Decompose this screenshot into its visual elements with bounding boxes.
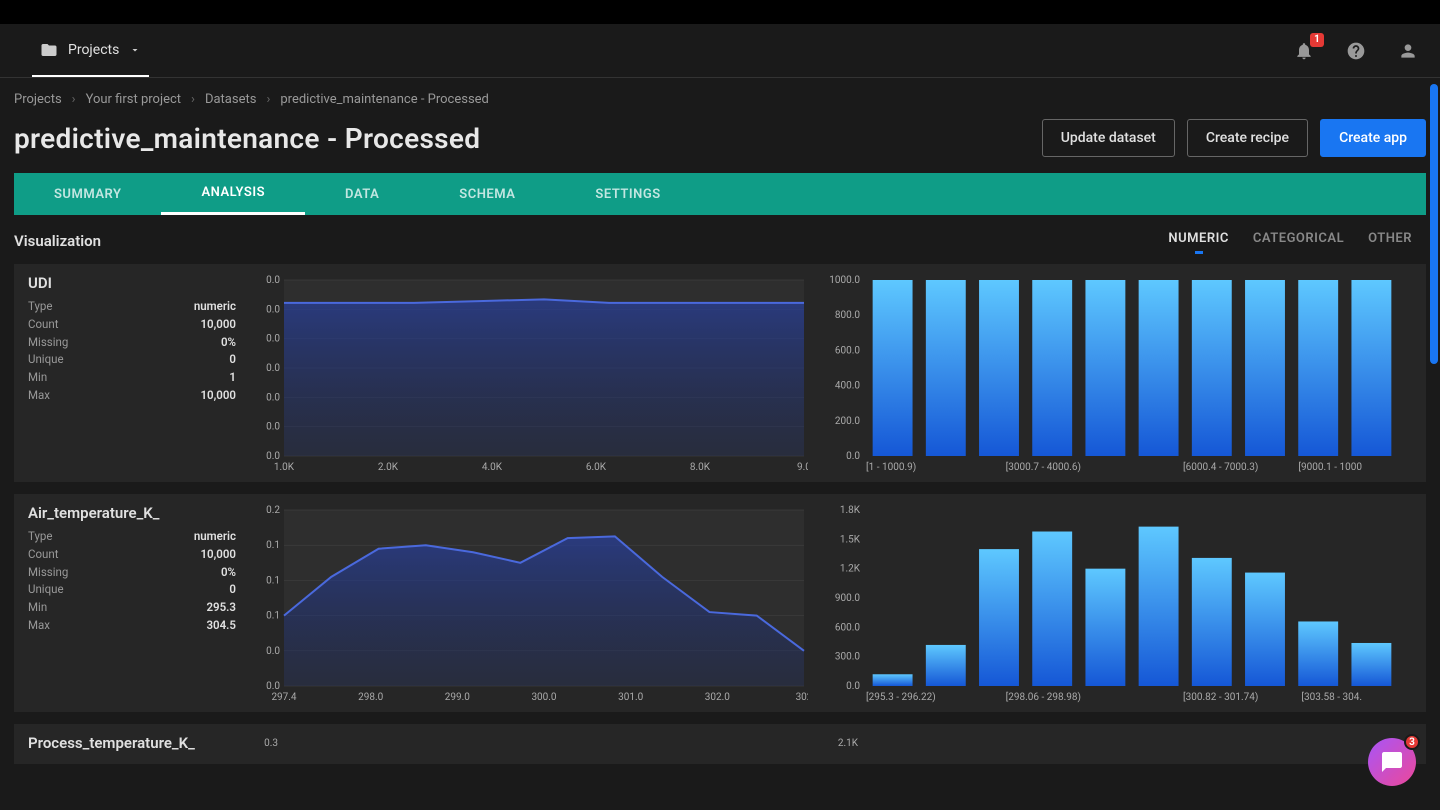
svg-text:0.0: 0.0 xyxy=(846,681,860,692)
density-chart: 0.0 0.0 0.1 0.1 0.1 0.2 297.4 298.0 299.0 300.0 30… xyxy=(248,504,808,704)
svg-text:0.0: 0.0 xyxy=(266,334,280,345)
svg-text:0.2: 0.2 xyxy=(266,505,280,516)
density-chart: 0.00.00.00.00.00.00.01.0K2.0K4.0K6.0K8.0… xyxy=(248,274,808,474)
svg-text:1.8K: 1.8K xyxy=(840,505,861,516)
svg-text:600.0: 600.0 xyxy=(835,622,860,633)
create-app-button[interactable]: Create app xyxy=(1320,119,1426,157)
create-recipe-button[interactable]: Create recipe xyxy=(1187,119,1308,157)
svg-text:0.0: 0.0 xyxy=(266,275,280,286)
svg-text:[300.82 - 301.74): [300.82 - 301.74) xyxy=(1183,691,1258,703)
variable-name: Process_temperature_K_ xyxy=(28,734,236,752)
svg-text:200.0: 200.0 xyxy=(835,416,860,427)
scrollbar-thumb[interactable] xyxy=(1430,84,1438,364)
filter-categorical[interactable]: CATEGORICAL xyxy=(1253,231,1344,250)
svg-text:[9000.1 - 1000: [9000.1 - 1000 xyxy=(1298,461,1362,473)
chat-icon xyxy=(1380,750,1404,774)
svg-text:[1 - 1000.9): [1 - 1000.9) xyxy=(866,461,916,473)
page-title: predictive_maintenance - Processed xyxy=(14,122,480,155)
chevron-right-icon: › xyxy=(191,92,195,107)
svg-text:302: 302 xyxy=(796,692,808,703)
tab-schema[interactable]: SCHEMA xyxy=(419,173,555,215)
nav-projects-dropdown[interactable]: Projects xyxy=(32,24,149,77)
scrollbar[interactable] xyxy=(1430,84,1438,802)
folder-icon xyxy=(40,41,58,59)
svg-text:2.0K: 2.0K xyxy=(378,462,399,473)
person-icon xyxy=(1398,41,1418,61)
svg-text:0.1: 0.1 xyxy=(266,540,280,551)
svg-text:8.0K: 8.0K xyxy=(690,462,711,473)
dataset-tabs: SUMMARY ANALYSIS DATA SCHEMA SETTINGS xyxy=(14,173,1426,215)
svg-text:301.0: 301.0 xyxy=(618,692,643,703)
svg-text:1000.0: 1000.0 xyxy=(829,275,860,286)
svg-text:0.0: 0.0 xyxy=(266,451,280,462)
top-navbar: Projects 1 xyxy=(0,24,1440,78)
chevron-right-icon: › xyxy=(266,92,270,107)
chevron-down-icon xyxy=(129,44,141,56)
breadcrumb: Projects › Your first project › Datasets… xyxy=(0,78,1440,113)
visualization-heading: Visualization xyxy=(14,232,101,250)
svg-text:0.3: 0.3 xyxy=(264,738,278,749)
svg-text:297.4: 297.4 xyxy=(271,692,296,703)
svg-text:298.0: 298.0 xyxy=(358,692,383,703)
notifications-button[interactable]: 1 xyxy=(1292,39,1316,63)
update-dataset-button[interactable]: Update dataset xyxy=(1042,119,1175,157)
svg-text:0.0: 0.0 xyxy=(266,422,280,433)
breadcrumb-project[interactable]: Your first project xyxy=(86,92,181,107)
svg-text:[3000.7 - 4000.6): [3000.7 - 4000.6) xyxy=(1006,461,1081,473)
chat-button[interactable]: 3 xyxy=(1368,738,1416,786)
density-chart: 0.3 xyxy=(248,734,808,764)
svg-text:300.0: 300.0 xyxy=(835,652,860,663)
svg-text:300.0: 300.0 xyxy=(531,692,556,703)
filter-other[interactable]: OTHER xyxy=(1368,231,1412,250)
svg-text:0.0: 0.0 xyxy=(266,363,280,374)
notification-badge: 1 xyxy=(1310,33,1324,47)
svg-text:4.0K: 4.0K xyxy=(482,462,503,473)
variable-card: UDI Typenumeric Count10,000 Missing0% Un… xyxy=(14,264,1426,482)
help-icon xyxy=(1346,41,1366,61)
svg-text:0.0: 0.0 xyxy=(846,451,860,462)
histogram-chart: 2.1K xyxy=(822,734,1412,764)
svg-text:[303.58 - 304.: [303.58 - 304. xyxy=(1301,691,1362,703)
svg-text:1.2K: 1.2K xyxy=(840,564,861,575)
tab-summary[interactable]: SUMMARY xyxy=(14,173,161,215)
histogram-chart: 0.0 300.0 600.0 900.0 1.2K 1.5K 1.8K [295.3 - 2… xyxy=(822,504,1412,704)
variable-name: Air_temperature_K_ xyxy=(28,504,236,522)
chat-badge: 3 xyxy=(1404,734,1420,750)
svg-text:6.0K: 6.0K xyxy=(586,462,607,473)
svg-text:0.1: 0.1 xyxy=(266,575,280,586)
svg-text:600.0: 600.0 xyxy=(835,345,860,356)
svg-text:299.0: 299.0 xyxy=(445,692,470,703)
svg-text:0.0: 0.0 xyxy=(266,646,280,657)
svg-text:[6000.4 - 7000.3): [6000.4 - 7000.3) xyxy=(1183,461,1258,473)
svg-text:1.0K: 1.0K xyxy=(274,462,295,473)
breadcrumb-projects[interactable]: Projects xyxy=(14,92,62,107)
svg-text:0.1: 0.1 xyxy=(266,611,280,622)
filter-numeric[interactable]: NUMERIC xyxy=(1168,231,1228,250)
svg-text:[295.3 - 296.22): [295.3 - 296.22) xyxy=(866,691,936,703)
tab-data[interactable]: DATA xyxy=(305,173,419,215)
variable-card: Process_temperature_K_ 0.3 2.1K xyxy=(14,724,1426,764)
tab-analysis[interactable]: ANALYSIS xyxy=(161,173,305,215)
svg-text:2.1K: 2.1K xyxy=(838,738,859,749)
svg-text:900.0: 900.0 xyxy=(835,593,860,604)
histogram-chart: 0.0 200.0 400.0 600.0 800.0 1000.0 [1 - 1000.9… xyxy=(822,274,1412,474)
chevron-right-icon: › xyxy=(72,92,76,107)
tab-settings[interactable]: SETTINGS xyxy=(555,173,700,215)
nav-projects-label: Projects xyxy=(68,42,119,58)
variable-name: UDI xyxy=(28,274,236,292)
svg-text:0.0: 0.0 xyxy=(266,681,280,692)
variable-card: Air_temperature_K_ Typenumeric Count10,0… xyxy=(14,494,1426,712)
breadcrumb-datasets[interactable]: Datasets xyxy=(205,92,257,107)
account-button[interactable] xyxy=(1396,39,1420,63)
svg-text:0.0: 0.0 xyxy=(266,304,280,315)
svg-text:400.0: 400.0 xyxy=(835,381,860,392)
help-button[interactable] xyxy=(1344,39,1368,63)
svg-text:[298.06 - 298.98): [298.06 - 298.98) xyxy=(1006,691,1081,703)
svg-text:0.0: 0.0 xyxy=(266,392,280,403)
svg-text:9.0: 9.0 xyxy=(797,462,808,473)
svg-text:1.5K: 1.5K xyxy=(840,534,861,545)
svg-text:302.0: 302.0 xyxy=(705,692,730,703)
breadcrumb-current: predictive_maintenance - Processed xyxy=(280,92,489,107)
svg-text:800.0: 800.0 xyxy=(835,310,860,321)
